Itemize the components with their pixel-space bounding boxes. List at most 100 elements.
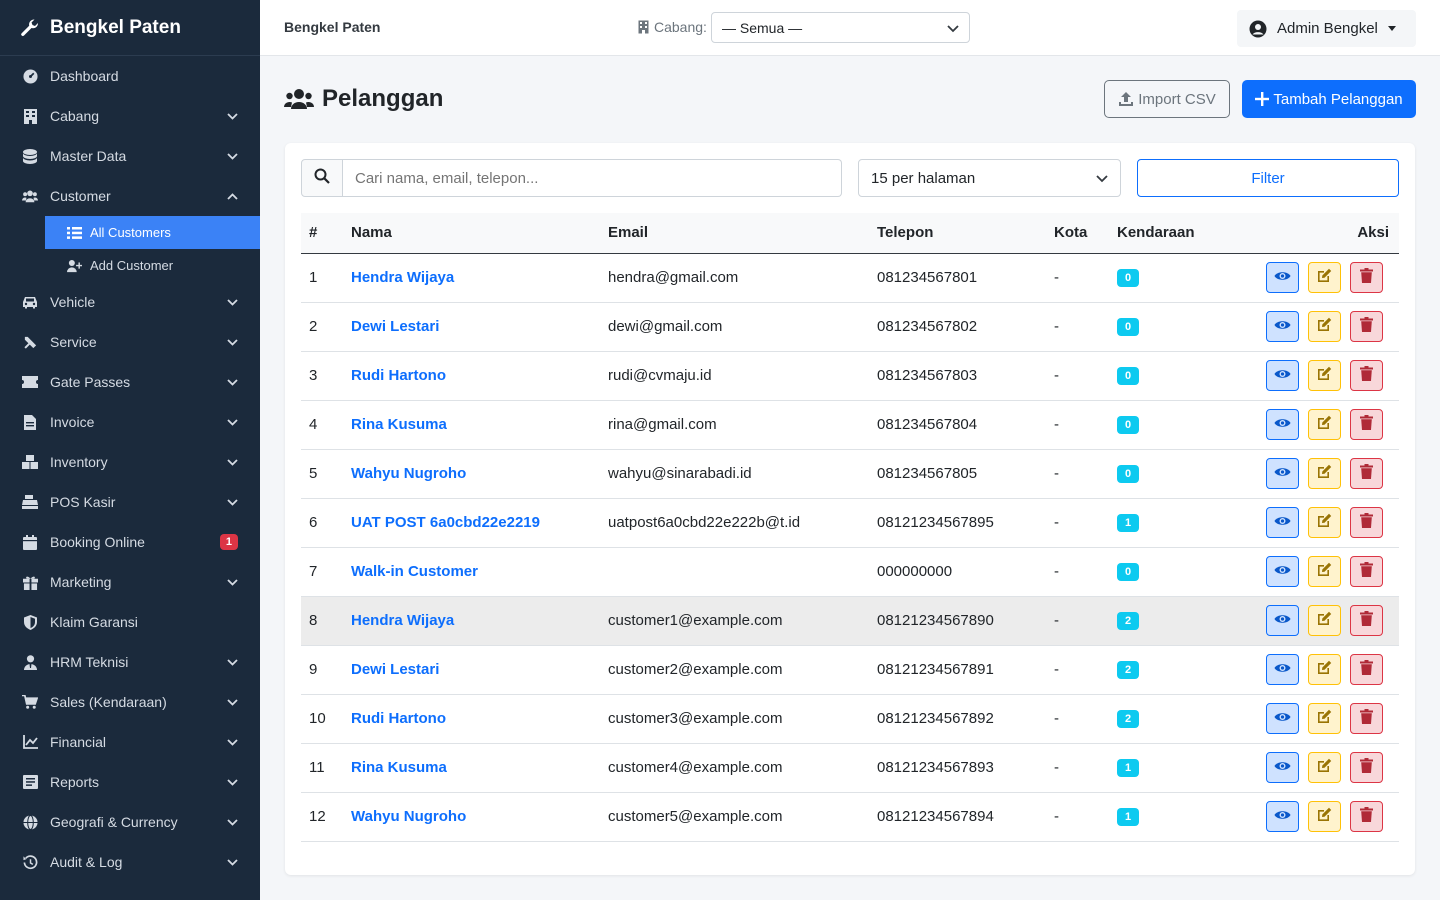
sidebar-item-invoice[interactable]: Invoice	[0, 402, 260, 442]
edit-button[interactable]	[1308, 556, 1341, 587]
topbar: Bengkel Paten Cabang: — Semua — Admin Be…	[260, 0, 1440, 56]
cell-vehicles: 0	[1109, 547, 1229, 596]
cell-city: -	[1054, 612, 1059, 629]
edit-button[interactable]	[1308, 703, 1341, 734]
customer-name-link[interactable]: UAT POST 6a0cbd22e2219	[343, 498, 600, 547]
sidebar-item-audit-log[interactable]: Audit & Log	[0, 842, 260, 882]
add-customer-button[interactable]: Tambah Pelanggan	[1242, 80, 1416, 118]
search-input[interactable]	[343, 159, 842, 197]
customer-name-link[interactable]: Wahyu Nugroho	[343, 792, 600, 841]
edit-button[interactable]	[1308, 752, 1341, 783]
sidebar-item-pos-kasir[interactable]: POS Kasir	[0, 482, 260, 522]
sidebar-item-financial[interactable]: Financial	[0, 722, 260, 762]
per-page-select[interactable]: 15 per halaman	[858, 159, 1121, 197]
sidebar-item-master-data[interactable]: Master Data	[0, 136, 260, 176]
sidebar-item-geografi-currency[interactable]: Geografi & Currency	[0, 802, 260, 842]
shield-icon	[22, 614, 38, 630]
edit-button[interactable]	[1308, 507, 1341, 538]
delete-button[interactable]	[1350, 458, 1383, 489]
customer-name-link[interactable]: Rudi Hartono	[343, 694, 600, 743]
edit-button[interactable]	[1308, 311, 1341, 342]
sidebar-item-vehicle[interactable]: Vehicle	[0, 282, 260, 322]
sidebar-item-service[interactable]: Service	[0, 322, 260, 362]
table-row: 2 Dewi Lestari dewi@gmail.com 081234567802 -…	[301, 302, 1399, 351]
page-title: Pelanggan	[284, 85, 443, 113]
import-csv-button[interactable]: Import CSV	[1104, 80, 1230, 118]
edit-button[interactable]	[1308, 654, 1341, 685]
sidebar-subitem-add-customer[interactable]: Add Customer	[45, 249, 260, 282]
customer-name-link[interactable]: Hendra Wijaya	[343, 596, 600, 645]
delete-button[interactable]	[1350, 801, 1383, 832]
sidebar-item-label: Gate Passes	[50, 374, 131, 390]
cart-icon	[22, 694, 38, 710]
customer-name-link[interactable]: Hendra Wijaya	[343, 253, 600, 302]
customer-name-link[interactable]: Wahyu Nugroho	[343, 449, 600, 498]
chevron-down-icon	[947, 20, 959, 36]
cell-no: 3	[309, 367, 318, 384]
sidebar-item-label: Marketing	[50, 574, 112, 590]
delete-button[interactable]	[1350, 752, 1383, 783]
cell-city: -	[1054, 269, 1059, 286]
sidebar-item-booking-online[interactable]: Booking Online 1	[0, 522, 260, 562]
cell-phone: 08121234567892	[877, 710, 994, 727]
filter-button[interactable]: Filter	[1137, 159, 1399, 197]
delete-button[interactable]	[1350, 409, 1383, 440]
edit-button[interactable]	[1308, 605, 1341, 636]
sidebar-item-cabang[interactable]: Cabang	[0, 96, 260, 136]
delete-button[interactable]	[1350, 311, 1383, 342]
view-button[interactable]	[1266, 458, 1299, 489]
view-button[interactable]	[1266, 752, 1299, 783]
edit-button[interactable]	[1308, 262, 1341, 293]
sidebar-item-marketing[interactable]: Marketing	[0, 562, 260, 602]
cell-vehicles: 1	[1109, 792, 1229, 841]
view-button[interactable]	[1266, 262, 1299, 293]
customer-name-link[interactable]: Dewi Lestari	[343, 302, 600, 351]
delete-button[interactable]	[1350, 605, 1383, 636]
sidebar-item-hrm-teknisi[interactable]: HRM Teknisi	[0, 642, 260, 682]
trash-icon	[1360, 464, 1373, 483]
edit-button[interactable]	[1308, 409, 1341, 440]
sidebar-item-gate-passes[interactable]: Gate Passes	[0, 362, 260, 402]
calendar-icon	[22, 534, 38, 550]
delete-button[interactable]	[1350, 654, 1383, 685]
edit-button[interactable]	[1308, 360, 1341, 391]
customer-name-link[interactable]: Rina Kusuma	[343, 400, 600, 449]
sidebar-item-sales-kendaraan[interactable]: Sales (Kendaraan)	[0, 682, 260, 722]
customer-name-link[interactable]: Walk-in Customer	[343, 547, 600, 596]
view-button[interactable]	[1266, 605, 1299, 636]
sidebar-item-klaim-garansi[interactable]: Klaim Garansi	[0, 602, 260, 642]
delete-button[interactable]	[1350, 556, 1383, 587]
customer-name-link[interactable]: Rudi Hartono	[343, 351, 600, 400]
cell-phone: 081234567803	[877, 367, 978, 384]
branch-select[interactable]: — Semua —	[711, 12, 970, 43]
sidebar-item-reports[interactable]: Reports	[0, 762, 260, 802]
delete-button[interactable]	[1350, 262, 1383, 293]
edit-icon	[1317, 758, 1332, 777]
view-button[interactable]	[1266, 556, 1299, 587]
view-button[interactable]	[1266, 801, 1299, 832]
view-button[interactable]	[1266, 409, 1299, 440]
sidebar-subitem-all-customers[interactable]: All Customers	[45, 216, 260, 249]
view-button[interactable]	[1266, 507, 1299, 538]
chevron-down-icon	[226, 110, 238, 122]
view-button[interactable]	[1266, 654, 1299, 685]
edit-button[interactable]	[1308, 458, 1341, 489]
col-actions: Aksi	[1229, 213, 1399, 254]
delete-button[interactable]	[1350, 360, 1383, 391]
sidebar-item-dashboard[interactable]: Dashboard	[0, 56, 260, 96]
brand[interactable]: Bengkel Paten	[0, 0, 260, 56]
vehicle-count-badge: 0	[1117, 416, 1139, 434]
delete-button[interactable]	[1350, 703, 1383, 734]
customer-name-link[interactable]: Dewi Lestari	[343, 645, 600, 694]
view-button[interactable]	[1266, 360, 1299, 391]
page-title-text: Pelanggan	[322, 85, 444, 112]
sidebar-item-customer[interactable]: Customer	[0, 176, 260, 216]
view-button[interactable]	[1266, 311, 1299, 342]
chevron-down-icon	[226, 456, 238, 468]
edit-button[interactable]	[1308, 801, 1341, 832]
sidebar-item-inventory[interactable]: Inventory	[0, 442, 260, 482]
delete-button[interactable]	[1350, 507, 1383, 538]
view-button[interactable]	[1266, 703, 1299, 734]
user-menu-button[interactable]: Admin Bengkel	[1237, 10, 1416, 47]
customer-name-link[interactable]: Rina Kusuma	[343, 743, 600, 792]
